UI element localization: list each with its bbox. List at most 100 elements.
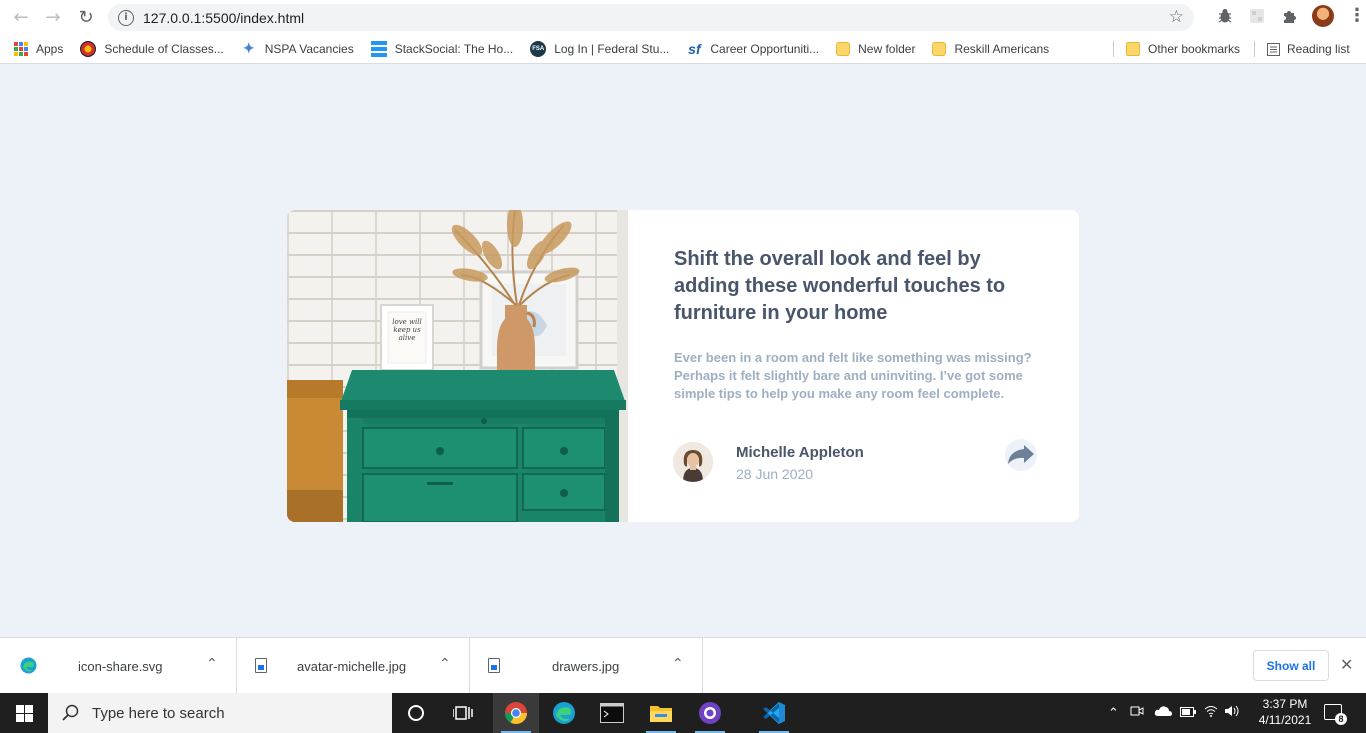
reading-list-label: Reading list (1287, 42, 1350, 56)
site-info-icon[interactable]: i (118, 9, 134, 26)
edge-taskbar-icon[interactable] (541, 693, 587, 733)
profile-avatar[interactable] (1312, 5, 1334, 27)
download-filename: icon-share.svg (78, 658, 163, 674)
file-image-icon (255, 657, 267, 673)
site-favicon (80, 40, 97, 57)
windows-taskbar: Type here to search ⌃ 3:37 PM 4/11/2021 … (0, 693, 1366, 733)
apps-grid-icon (14, 41, 28, 56)
chevron-up-icon[interactable]: ⌃ (206, 656, 218, 672)
frame-quote-text: love will keep us alive (392, 318, 422, 342)
file-image-icon (488, 657, 500, 673)
grid-extension-icon[interactable] (1248, 7, 1266, 25)
clock-date: 4/11/2021 (1258, 713, 1312, 727)
wifi-icon[interactable] (1204, 705, 1218, 721)
clock-time: 3:37 PM (1262, 697, 1308, 711)
bookmark-label: NSPA Vacancies (264, 41, 354, 56)
author-name: Michelle Appleton (736, 444, 864, 461)
reload-button[interactable]: ↻ (70, 1, 102, 33)
download-item[interactable]: avatar-michelle.jpg ⌃ (237, 637, 470, 694)
edge-icon (20, 657, 37, 679)
download-item[interactable]: drawers.jpg ⌃ (470, 637, 703, 694)
stacksocial-favicon (370, 40, 387, 57)
bookmark-label: Log In | Federal Stu... (554, 41, 670, 56)
forward-button[interactable]: → (37, 1, 69, 33)
taskbar-search-box[interactable]: Type here to search (48, 693, 392, 733)
show-hidden-icons-icon[interactable]: ⌃ (1108, 706, 1119, 721)
meet-now-icon[interactable] (1130, 704, 1144, 722)
file-explorer-taskbar-icon[interactable] (638, 693, 684, 733)
address-bar[interactable]: i 127.0.0.1:5500/index.html ☆ (108, 4, 1194, 31)
download-item[interactable]: icon-share.svg ⌃ (0, 637, 237, 694)
card-content: Shift the overall look and feel by addin… (628, 210, 1079, 522)
folder-icon (932, 41, 947, 56)
reading-list[interactable]: Reading list (1260, 34, 1350, 64)
chrome-taskbar-icon[interactable] (493, 693, 539, 733)
bookmark-reskill[interactable]: Reskill Americans (922, 34, 1056, 64)
sf-favicon: sf (688, 40, 701, 57)
fsa-favicon: FSA (530, 40, 547, 57)
bookmark-career[interactable]: sf Career Opportuniti... (676, 34, 826, 64)
bug-extension-icon[interactable] (1216, 7, 1234, 25)
extension-area: ⋮ (1216, 5, 1366, 27)
other-bookmarks-label: Other bookmarks (1148, 42, 1241, 56)
start-button[interactable] (0, 693, 48, 733)
volume-icon[interactable] (1224, 705, 1240, 721)
bookmark-apps[interactable]: Apps (0, 34, 70, 64)
bookmark-label: Schedule of Classes... (104, 41, 224, 56)
bookmark-label: StackSocial: The Ho... (394, 41, 514, 56)
author-avatar (673, 442, 713, 482)
search-icon (62, 704, 79, 721)
bookmarks-separator (1113, 34, 1114, 64)
share-arrow-icon (1008, 445, 1034, 464)
publish-date: 28 Jun 2020 (736, 466, 814, 482)
bookmark-label: Career Opportuniti... (710, 41, 820, 56)
bookmark-label: Reskill Americans (954, 41, 1050, 56)
bookmarks-separator (1254, 34, 1255, 64)
share-button[interactable] (1005, 439, 1037, 471)
article-headline: Shift the overall look and feel by addin… (674, 248, 1006, 324)
sparkle-favicon: ✦ (242, 40, 255, 56)
article-excerpt: Ever been in a room and felt like someth… (674, 350, 1032, 401)
download-filename: drawers.jpg (552, 658, 620, 674)
bookmark-fsa[interactable]: FSA Log In | Federal Stu... (520, 34, 676, 64)
browser-menu-icon[interactable]: ⋮ (1348, 7, 1366, 25)
bookmark-label: New folder (858, 41, 916, 56)
terminal-taskbar-icon[interactable] (589, 693, 635, 733)
browser-toolbar: ← → ↻ i 127.0.0.1:5500/index.html ☆ ⋮ (0, 0, 1366, 34)
bookmark-star-icon[interactable]: ☆ (1169, 7, 1184, 27)
bookmark-schedule[interactable]: Schedule of Classes... (70, 34, 230, 64)
chevron-up-icon[interactable]: ⌃ (672, 656, 684, 672)
notification-count: 8 (1335, 713, 1347, 725)
bookmark-nspa[interactable]: ✦ NSPA Vacancies (231, 34, 361, 64)
cortana-icon[interactable] (393, 693, 439, 733)
chevron-up-icon[interactable]: ⌃ (439, 656, 451, 672)
url-text[interactable]: 127.0.0.1:5500/index.html (143, 10, 304, 26)
bookmark-stacksocial[interactable]: StackSocial: The Ho... (361, 34, 521, 64)
bookmark-new-folder[interactable]: New folder (826, 34, 922, 64)
downloads-bar: icon-share.svg ⌃ avatar-michelle.jpg ⌃ d… (0, 637, 1366, 694)
system-tray: ⌃ (1108, 693, 1240, 733)
drawers-illustration (287, 210, 628, 522)
bookmark-label: Apps (36, 41, 64, 56)
folder-icon (1126, 42, 1140, 56)
close-icon[interactable]: ✕ (1340, 655, 1353, 674)
bookmarks-bar: Apps Schedule of Classes... ✦ NSPA Vacan… (0, 34, 1366, 64)
search-placeholder: Type here to search (92, 704, 225, 722)
taskbar-clock[interactable]: 3:37 PM 4/11/2021 (1253, 696, 1317, 728)
other-bookmarks[interactable]: Other bookmarks (1118, 34, 1240, 64)
back-button[interactable]: ← (5, 1, 37, 33)
task-view-icon[interactable] (440, 693, 486, 733)
vscode-taskbar-icon[interactable] (751, 693, 797, 733)
show-all-button[interactable]: Show all (1253, 650, 1329, 681)
extensions-puzzle-icon[interactable] (1280, 7, 1298, 25)
drawers-photo: love will keep us alive (287, 210, 628, 522)
reading-list-icon (1267, 42, 1280, 56)
onedrive-icon[interactable] (1154, 705, 1172, 721)
download-filename: avatar-michelle.jpg (297, 658, 407, 674)
folder-icon (836, 41, 851, 56)
windows-logo-icon (15, 704, 33, 722)
github-desktop-taskbar-icon[interactable] (687, 693, 733, 733)
article-preview-card: love will keep us alive Shift the overal… (287, 210, 1079, 522)
battery-icon[interactable] (1179, 706, 1196, 721)
notification-center-icon[interactable]: 8 (1324, 704, 1347, 725)
